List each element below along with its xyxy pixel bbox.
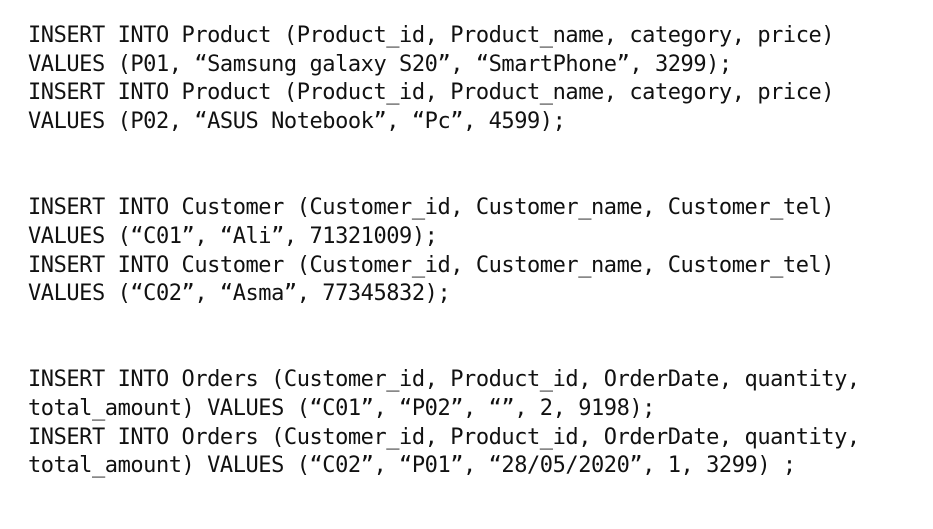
code-line: INSERT INTO Product (Product_id, Product… <box>28 80 835 106</box>
blank-spacer <box>28 309 923 366</box>
product-inserts-block: INSERT INTO Product (Product_id, Product… <box>28 22 923 137</box>
customer-inserts-block: INSERT INTO Customer (Customer_id, Custo… <box>28 194 923 309</box>
code-line: VALUES (“C02”, “Asma”, 77345832); <box>28 281 451 307</box>
code-line: INSERT INTO Customer (Customer_id, Custo… <box>28 195 835 221</box>
code-line: total_amount) VALUES (“C02”, “P01”, “28/… <box>28 453 796 479</box>
code-line: INSERT INTO Customer (Customer_id, Custo… <box>28 252 835 278</box>
code-line: INSERT INTO Product (Product_id, Product… <box>28 23 835 48</box>
sql-document: INSERT INTO Product (Product_id, Product… <box>28 22 923 481</box>
code-line: INSERT INTO Orders (Customer_id, Product… <box>28 367 860 393</box>
blank-spacer <box>28 137 923 194</box>
code-line: VALUES (“C01”, “Ali”, 71321009); <box>28 223 438 249</box>
code-line: total_amount) VALUES (“C01”, “P02”, “”, … <box>28 395 655 421</box>
code-line: VALUES (P01, “Samsung galaxy S20”, “Smar… <box>28 51 732 77</box>
code-line: INSERT INTO Orders (Customer_id, Product… <box>28 424 860 450</box>
orders-inserts-block: INSERT INTO Orders (Customer_id, Product… <box>28 366 923 481</box>
code-line: VALUES (P02, “ASUS Notebook”, “Pc”, 4599… <box>28 109 566 135</box>
